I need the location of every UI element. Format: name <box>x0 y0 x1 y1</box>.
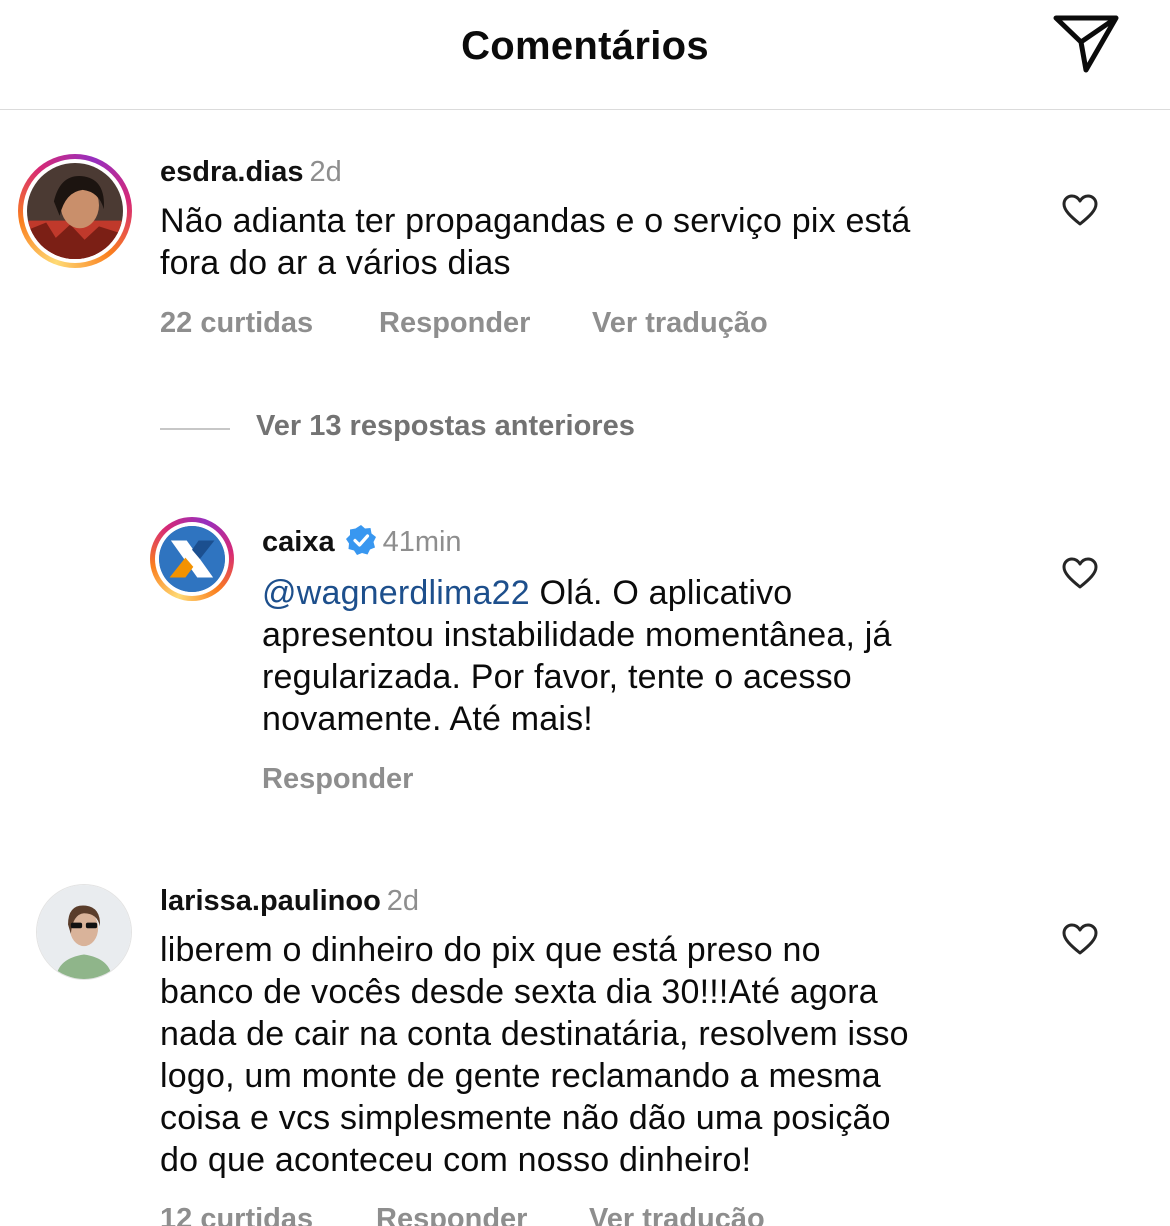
username[interactable]: caixa <box>262 526 335 558</box>
reply-button[interactable]: Responder <box>376 1203 527 1226</box>
mention-link[interactable]: @wagnerdlima22 <box>262 574 530 612</box>
page-title: Comentários <box>461 24 709 68</box>
comment-actions: Responder <box>262 763 662 803</box>
paper-plane-icon[interactable] <box>1050 12 1122 76</box>
timestamp: 41min <box>382 526 462 558</box>
heart-icon[interactable] <box>1061 556 1099 590</box>
timestamp: 2d <box>386 885 420 917</box>
likes-count[interactable]: 12 curtidas <box>160 1203 313 1226</box>
reply-button[interactable]: Responder <box>262 763 413 796</box>
likes-count[interactable]: 22 curtidas <box>160 307 313 340</box>
reply-button[interactable]: Responder <box>379 307 530 340</box>
comment-text: Não adianta ter propagandas e o serviço … <box>160 202 911 282</box>
divider <box>160 428 230 430</box>
comments-screen: Comentários esdra.dias 2d Não adianta ter… <box>0 0 1170 1226</box>
comment-meta: larissa.paulinoo 2d <box>160 885 419 918</box>
header-bar: Comentários <box>0 0 1170 110</box>
translate-button[interactable]: Ver tradução <box>592 307 768 340</box>
comment-actions: 22 curtidas Responder Ver tradução <box>160 307 860 347</box>
comment-text: @wagnerdlima22 Olá. O aplicativo apresen… <box>262 574 892 738</box>
timestamp: 2d <box>309 156 342 188</box>
comment-meta: caixa 41min <box>262 524 462 559</box>
avatar[interactable] <box>150 517 234 601</box>
comment-actions: 12 curtidas Responder Ver tradução <box>160 1203 860 1226</box>
username[interactable]: esdra.dias <box>160 156 303 188</box>
avatar[interactable] <box>18 154 132 268</box>
verified-badge-icon <box>345 525 376 555</box>
comment-text: liberem o dinheiro do pix que está preso… <box>160 931 909 1179</box>
view-replies-button[interactable]: Ver 13 respostas anteriores <box>160 410 860 450</box>
heart-icon[interactable] <box>1061 193 1099 227</box>
heart-icon[interactable] <box>1061 922 1099 956</box>
avatar[interactable] <box>36 884 132 980</box>
comment-meta: esdra.dias 2d <box>160 156 342 189</box>
translate-button[interactable]: Ver tradução <box>589 1203 765 1226</box>
username[interactable]: larissa.paulinoo <box>160 885 381 917</box>
